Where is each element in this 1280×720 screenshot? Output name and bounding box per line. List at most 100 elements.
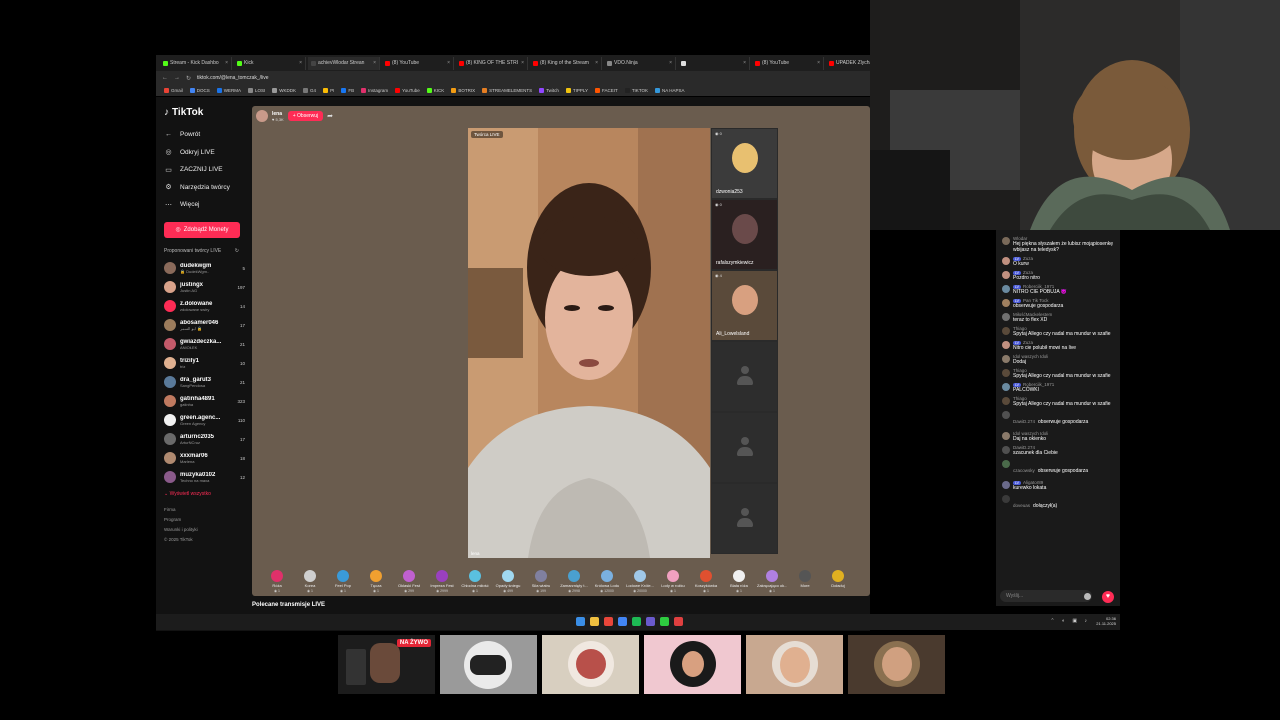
bookmark-item[interactable]: Gmail: [164, 88, 183, 93]
tab-close-icon[interactable]: ×: [817, 60, 820, 66]
system-tray[interactable]: ⌃ ◐ ▣ ♪: [1050, 618, 1090, 624]
bookmark-item[interactable]: WERMA: [216, 88, 241, 93]
creator-row[interactable]: gatinha4891 gatinha 323: [164, 392, 245, 411]
creator-row[interactable]: abosamer046 ابو السمر 🔒 17: [164, 316, 245, 335]
forward-icon[interactable]: →: [174, 75, 180, 81]
browser-tab[interactable]: (8) YouTube ×: [752, 56, 824, 70]
chat-input[interactable]: Wyślij...: [1000, 590, 1092, 602]
browser-tab[interactable]: (8) King of the Stream ×: [530, 56, 602, 70]
bookmark-item[interactable]: PI: [323, 88, 334, 93]
taskbar-app-icon[interactable]: [576, 617, 585, 626]
guest-slot[interactable]: ◉ 0 dzwonia253: [711, 128, 778, 199]
chat-avatar[interactable]: [1002, 383, 1010, 391]
empty-guest-slot[interactable]: [711, 341, 778, 412]
gift-item[interactable]: Opady śniegu ◉ 499: [493, 567, 523, 593]
sidebar-nav-item[interactable]: ⚙ Narzędzia twórcy: [164, 179, 245, 197]
chat-avatar[interactable]: [1002, 257, 1010, 265]
bookmark-item[interactable]: YouTube: [395, 88, 420, 93]
creator-row[interactable]: justingx Justin AG 197: [164, 278, 245, 297]
chat-avatar[interactable]: [1002, 341, 1010, 349]
chat-avatar[interactable]: [1002, 432, 1010, 440]
taskbar-app-icon[interactable]: [646, 617, 655, 626]
guest-slot[interactable]: ◉ 4 Ali_Lowelsland: [711, 270, 778, 341]
bookmark-item[interactable]: TIKTOK: [624, 88, 648, 93]
tiktok-logo[interactable]: ♪ TikTok: [164, 107, 245, 118]
bookmark-item[interactable]: STREAMELEMENTS: [482, 88, 532, 93]
browser-tab[interactable]: ×: [678, 56, 750, 70]
chat-avatar[interactable]: [1002, 271, 1010, 279]
chat-avatar[interactable]: [1002, 495, 1010, 503]
gift-item[interactable]: Biała róża ◉ 1: [724, 567, 754, 593]
empty-guest-slot[interactable]: [711, 412, 778, 483]
host-avatar[interactable]: [256, 110, 268, 122]
emoji-icon[interactable]: [1084, 593, 1091, 600]
browser-tab[interactable]: achievWlodar Strean ×: [308, 56, 380, 70]
sidebar-nav-item[interactable]: ⋯ Więcej: [164, 196, 245, 214]
bookmark-item[interactable]: FB: [341, 88, 354, 93]
creator-row[interactable]: muzyka0102 Techno na maxa 12: [164, 468, 245, 487]
bookmark-item[interactable]: DOCS: [189, 88, 210, 93]
taskbar-app-icon[interactable]: [618, 617, 627, 626]
thumbnail-6[interactable]: [848, 635, 945, 694]
back-icon[interactable]: ←: [162, 75, 168, 81]
tab-close-icon[interactable]: ×: [521, 60, 524, 66]
tab-close-icon[interactable]: ×: [669, 60, 672, 66]
bookmark-item[interactable]: WKDDK: [272, 88, 296, 93]
bookmark-item[interactable]: Instagram: [361, 88, 388, 93]
chat-avatar[interactable]: [1002, 299, 1010, 307]
gift-item[interactable]: Róża ◉ 1: [262, 567, 292, 593]
show-all-link[interactable]: ⌄ Wyświetl wszystko: [164, 491, 245, 497]
creator-row[interactable]: green.agenc... Green Agency 110: [164, 411, 245, 430]
bookmark-item[interactable]: TIPPLY: [565, 88, 588, 93]
thumbnail-5[interactable]: [746, 635, 843, 694]
creator-row[interactable]: xxxmar06 Marlena 18: [164, 449, 245, 468]
chat-username[interactable]: doveuas: [1013, 503, 1030, 508]
gift-item[interactable]: Korea ◉ 1: [295, 567, 325, 593]
sidebar-nav-item[interactable]: ← Powrót: [164, 126, 245, 144]
browser-tab[interactable]: (8) KING OF THE STRI ×: [456, 56, 528, 70]
tab-close-icon[interactable]: ×: [225, 60, 228, 66]
creator-row[interactable]: arturnc2035 ArturNCruz 17: [164, 430, 245, 449]
creator-row[interactable]: gwiazdeczka... ANIOŁEK 21: [164, 335, 245, 354]
creator-row[interactable]: z.dolowane zdolowane swiry 14: [164, 297, 245, 316]
bookmark-item[interactable]: FACEIT: [595, 88, 618, 93]
footer-link[interactable]: Warunki i polityki: [164, 527, 245, 537]
bookmark-item[interactable]: NA HAPSA: [654, 88, 685, 93]
taskbar-app-icon[interactable]: [604, 617, 613, 626]
footer-link[interactable]: Firma: [164, 507, 245, 517]
thumbnail-2[interactable]: [440, 635, 537, 694]
sidebar-nav-item[interactable]: ▭ ZACZNIJ LIVE: [164, 161, 245, 179]
browser-tab[interactable]: Stream - Kick Dashbo ×: [160, 56, 232, 70]
chat-avatar[interactable]: [1002, 285, 1010, 293]
gift-item[interactable]: Oklaski Fest ◉ 299: [394, 567, 424, 593]
heart-icon[interactable]: ♥: [1102, 591, 1114, 603]
gift-item[interactable]: Zakręcająco ok... ◉ 1: [757, 567, 787, 593]
gift-item[interactable]: Doładuj: [823, 567, 853, 588]
bookmark-item[interactable]: LOSI: [248, 88, 265, 93]
sidebar-nav-item[interactable]: ◎ Odkryj LIVE: [164, 144, 245, 162]
share-icon[interactable]: ➦: [327, 112, 333, 120]
browser-tab[interactable]: (8) YouTube ×: [382, 56, 454, 70]
chat-avatar[interactable]: [1002, 397, 1010, 405]
chat-avatar[interactable]: [1002, 481, 1010, 489]
gift-item[interactable]: Zamarznięty t... ◉ 2998: [559, 567, 589, 593]
url-text[interactable]: tiktok.com/@lena_tomczak_/live: [197, 75, 269, 81]
chat-avatar[interactable]: [1002, 446, 1010, 454]
gift-item[interactable]: Siła wiatru ◉ 199: [526, 567, 556, 593]
chat-username[interactable]: czacowsky: [1013, 468, 1035, 473]
system-clock[interactable]: 02:36 21.11.2025: [1096, 616, 1116, 626]
chat-avatar[interactable]: [1002, 237, 1010, 245]
thumbnail-1[interactable]: NA ŻYWO: [338, 635, 435, 694]
creator-row[interactable]: trizily1 triz 10: [164, 354, 245, 373]
bookmark-item[interactable]: G4: [303, 88, 316, 93]
tab-close-icon[interactable]: ×: [373, 60, 376, 66]
taskbar-app-icon[interactable]: [660, 617, 669, 626]
creator-row[interactable]: dudekwgm 🔒 DudekWgm.. 5: [164, 259, 245, 278]
follow-button[interactable]: + Obserwuj: [287, 111, 324, 121]
chat-avatar[interactable]: [1002, 411, 1010, 419]
gift-item[interactable]: Tęcza ◉ 1: [361, 567, 391, 593]
bookmark-item[interactable]: BOTRIX: [451, 88, 475, 93]
bookmark-item[interactable]: KICK: [426, 88, 444, 93]
creator-row[interactable]: dra_garut3 SangPendosa 21: [164, 373, 245, 392]
gift-item[interactable]: Lody w rożku ◉ 1: [658, 567, 688, 593]
